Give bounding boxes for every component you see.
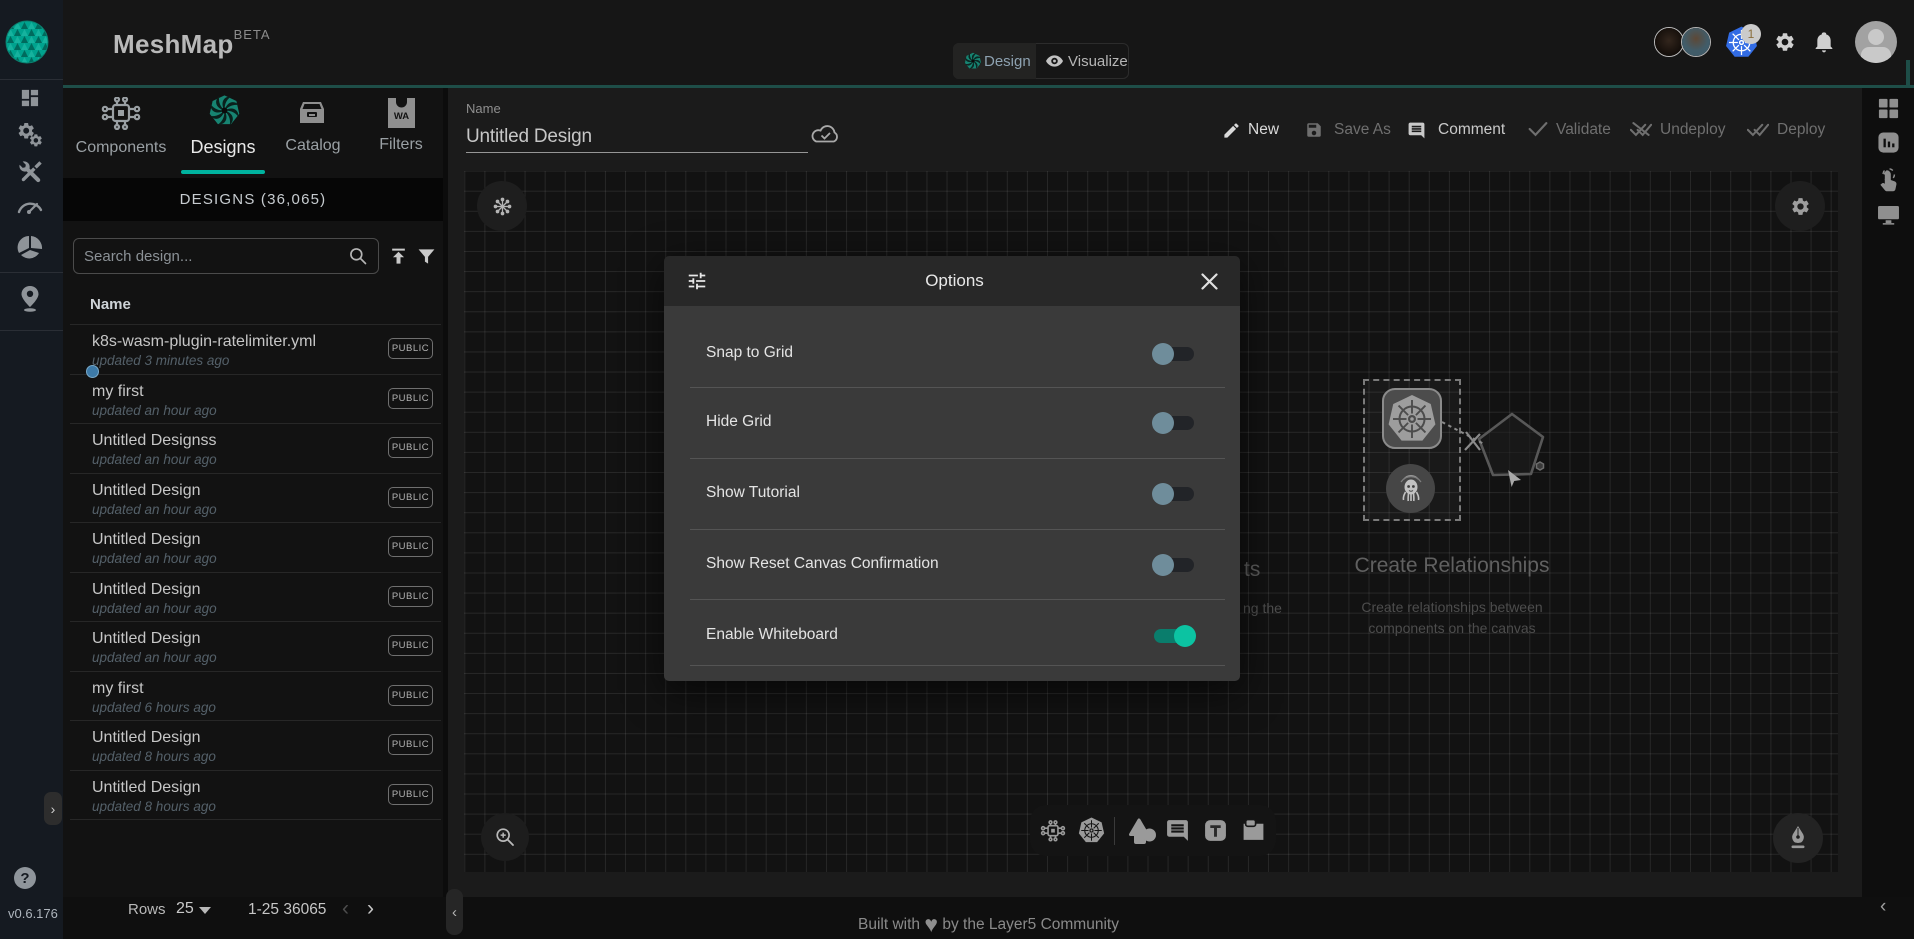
svg-text:WA: WA: [394, 111, 409, 122]
